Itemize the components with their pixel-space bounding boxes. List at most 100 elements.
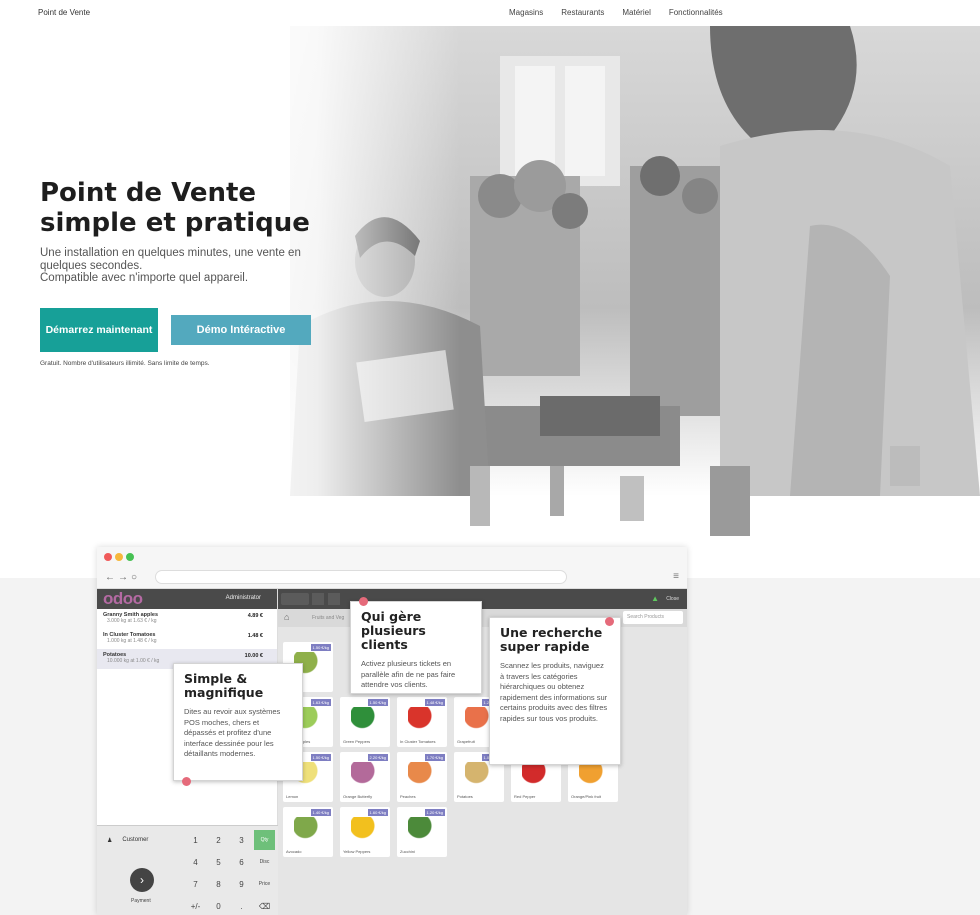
product-image xyxy=(522,762,550,784)
order-line-detail: 1.000 kg at 1.48 € / kg xyxy=(107,638,157,644)
product-price: 1.50 €/kg xyxy=(310,644,331,651)
numpad-key-disc: Disc xyxy=(259,859,270,865)
callout-search: Une recherche super rapide Scannez les p… xyxy=(489,617,621,765)
product-name: In Cluster Tomatoes xyxy=(400,739,436,744)
numpad-keys: 1 2 3 Qty 4 5 6 Disc 7 8 9 Price +/- 0 .… xyxy=(185,830,275,915)
hero-subtitle-line3: Compatible avec n'importe quel appareil. xyxy=(40,272,249,284)
numpad-key: . xyxy=(240,901,243,911)
product-image xyxy=(294,817,322,839)
callout-simple-text: Dites au revoir aux systèmes POS moches,… xyxy=(184,707,281,758)
product-image xyxy=(579,762,607,784)
order-line-detail: 3.000 kg at 1.63 € / kg xyxy=(107,618,157,624)
odoo-logo: odoo xyxy=(103,589,143,608)
numpad-key: 8 xyxy=(216,879,221,889)
backspace-icon: ⌫ xyxy=(258,901,271,911)
numpad-key-qty: Qty xyxy=(254,830,275,850)
hero-subtitle-line2: quelques secondes. xyxy=(40,259,143,272)
order-line-price: 4.89 € xyxy=(247,613,263,619)
hero-title: Point de Vente simple et pratique xyxy=(40,178,310,238)
remove-order-tab xyxy=(328,593,340,605)
hero-title-line2: simple et pratique xyxy=(40,208,310,238)
nav-link-materiel[interactable]: Matériel xyxy=(622,8,650,17)
numpad-key: 6 xyxy=(239,857,244,867)
admin-label: Administrator xyxy=(225,595,261,601)
product-price: 1.50 €/kg xyxy=(367,699,388,706)
pin-marker-icon xyxy=(605,617,614,626)
pin-marker-icon xyxy=(182,777,191,786)
numpad-key: 0 xyxy=(216,901,221,911)
order-tab xyxy=(281,593,309,605)
order-line: In Cluster Tomatoes 1.000 kg at 1.48 € /… xyxy=(97,629,277,649)
product-name: Green Peppers xyxy=(343,739,371,744)
numpad-area: ♟ Customer › Payment 1 2 3 Qty 4 5 6 Dis… xyxy=(97,825,278,915)
callout-simple-title: Simple & magnifique xyxy=(184,672,292,700)
product-image xyxy=(408,707,436,729)
product-price: 1.63 €/kg xyxy=(310,699,331,706)
customer-label: Customer xyxy=(122,837,149,843)
product-name: Grapefruit xyxy=(457,739,475,744)
product-name: Peaches xyxy=(400,794,416,799)
url-bar xyxy=(155,570,567,584)
numpad-key: 2 xyxy=(216,835,221,845)
nav-link-restaurants[interactable]: Restaurants xyxy=(561,8,604,17)
numpad-key: 3 xyxy=(239,835,244,845)
product-name: Lemon xyxy=(286,794,299,799)
pos-header-right: ▲ Close xyxy=(278,589,687,609)
callout-clients-title: Qui gère plusieurs clients xyxy=(361,610,471,652)
category-breadcrumb: Fruits and Veg xyxy=(312,615,345,621)
callout-search-title-line2: super rapide xyxy=(500,639,590,654)
brand-name[interactable]: Point de Vente xyxy=(38,8,90,17)
product-name: Zucchini xyxy=(400,849,415,854)
product-image xyxy=(465,762,493,784)
product-price: 1.70 €/kg xyxy=(424,754,445,761)
browser-toolbar: ←→○ ≡ xyxy=(97,547,687,589)
product-price: 1.60 €/kg xyxy=(367,809,388,816)
hero-subtitle: Une installation en quelques minutes, un… xyxy=(40,247,360,285)
product-name: Orange/Pink fruit xyxy=(571,794,602,799)
hero-title-line1: Point de Vente xyxy=(40,178,257,208)
start-now-button[interactable]: Démarrez maintenant xyxy=(40,308,158,352)
numpad-key: 9 xyxy=(239,879,244,889)
order-line-price: 10.00 € xyxy=(244,653,263,659)
payment-label: Payment xyxy=(131,898,151,904)
nav-link-magasins[interactable]: Magasins xyxy=(509,8,543,17)
numpad-key: 1 xyxy=(193,835,198,845)
product-search-input: Search Products xyxy=(623,611,683,624)
product-price: 2.20 €/kg xyxy=(367,754,388,761)
product-card: 1.70 €/kg Peaches xyxy=(397,752,447,802)
wifi-icon: ▲ xyxy=(651,594,659,603)
callout-search-title: Une recherche super rapide xyxy=(500,626,610,654)
hamburger-menu-icon: ≡ xyxy=(673,571,679,582)
product-card: 1.20 €/kg Zucchini xyxy=(397,807,447,857)
product-price: 1.48 €/kg xyxy=(424,699,445,706)
numpad-key-price: Price xyxy=(258,881,271,887)
callout-search-text: Scannez les produits, naviguez à travers… xyxy=(500,661,608,723)
product-image xyxy=(351,817,379,839)
close-dot-icon xyxy=(104,553,112,561)
numpad-key: 4 xyxy=(193,857,198,867)
payment-arrow-icon: › xyxy=(130,868,154,892)
callout-clients-text: Activez plusieurs tickets en parallèle a… xyxy=(361,659,456,689)
product-price: 1.50 €/kg xyxy=(310,754,331,761)
hero-subtitle-line1: Une installation en quelques minutes, un… xyxy=(40,247,301,259)
hero-section xyxy=(0,26,980,546)
product-card: 1.60 €/kg Yellow Peppers xyxy=(340,807,390,857)
callout-clients-title-line2: plusieurs clients xyxy=(361,623,426,652)
product-image xyxy=(408,762,436,784)
interactive-demo-button[interactable]: Démo Intéractive xyxy=(171,315,311,345)
nav-link-fonctionnalites[interactable]: Fonctionnalités xyxy=(669,8,723,17)
product-price: 1.40 €/kg xyxy=(310,809,331,816)
pos-close-label: Close xyxy=(666,596,679,602)
user-icon: ♟ xyxy=(107,837,113,844)
callout-simple: Simple & magnifique Dites au revoir aux … xyxy=(173,663,303,781)
product-price: 1.20 €/kg xyxy=(424,809,445,816)
numpad-key: 7 xyxy=(193,879,198,889)
callout-clients: Qui gère plusieurs clients Activez plusi… xyxy=(350,601,482,694)
browser-nav-icons: ←→○ xyxy=(105,572,141,583)
category-bar: ⌂ Fruits and Veg Search Products xyxy=(278,609,687,627)
pos-header-left: odoo Administrator xyxy=(97,589,277,609)
top-navigation: Point de Vente Magasins Restaurants Maté… xyxy=(0,0,980,26)
new-order-tab xyxy=(312,593,324,605)
nav-links: Magasins Restaurants Matériel Fonctionna… xyxy=(509,8,723,17)
product-name: Orange Butterfly xyxy=(343,794,373,799)
